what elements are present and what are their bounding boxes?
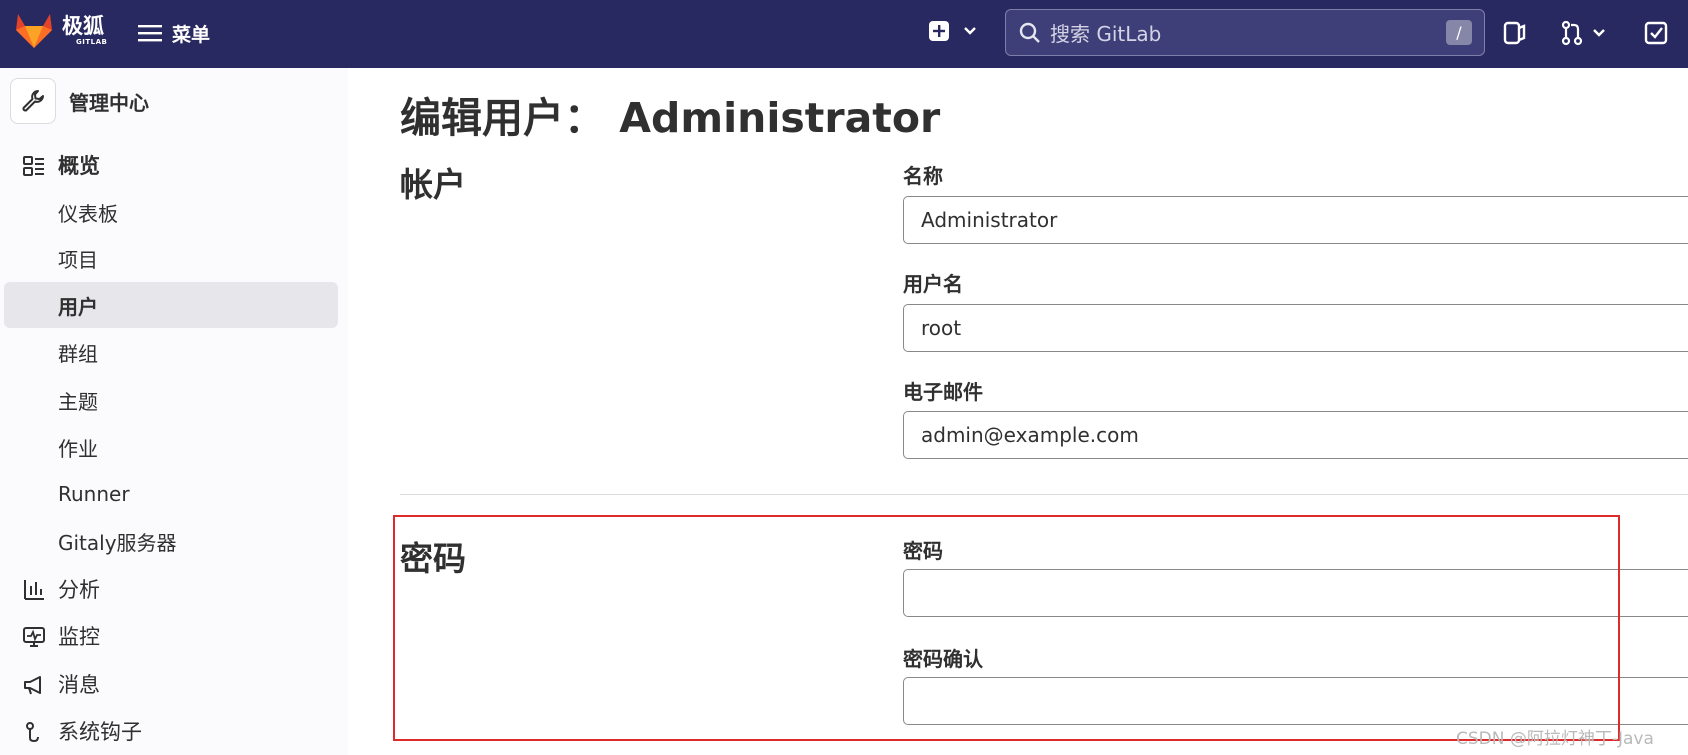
search-placeholder: 搜索 GitLab [1050,22,1162,46]
sidebar-item-label: Gitaly服务器 [58,530,177,555]
page-title: 编辑用户： Administrator [400,94,941,142]
password-confirm-field[interactable] [903,677,1688,725]
password-field[interactable] [903,569,1688,617]
account-section-title: 帐户 [400,165,466,204]
sidebar-item-projects[interactable]: 项目 [4,235,338,281]
context-avatar [10,78,56,124]
search-shortcut-badge: / [1446,20,1472,45]
email-field[interactable] [903,411,1688,459]
sidebar-item-runner[interactable]: Runner [4,471,338,517]
sidebar-item-topics[interactable]: 主题 [4,377,338,423]
logo-subtext: GITLAB [76,38,108,46]
sidebar-item-overview[interactable]: 概览 [4,142,338,188]
name-label: 名称 [903,164,943,188]
sidebar-item-dashboard[interactable]: 仪表板 [4,189,338,235]
chevron-down-icon [964,27,976,35]
wrench-icon [22,90,44,112]
password-label: 密码 [903,539,943,563]
megaphone-icon [24,676,41,695]
sidebar-item-label: 作业 [58,436,98,461]
sidebar-item-system-hooks[interactable]: 系统钩子 [4,708,338,754]
monitor-icon [23,627,45,647]
chevron-down-icon [1593,29,1605,37]
issues-icon[interactable] [1503,20,1527,46]
top-bar: 极狐 GITLAB 菜单 搜索 GitLab / [0,0,1688,68]
merge-requests-button[interactable] [1561,20,1607,46]
logo-text: 极狐 [62,14,104,38]
sidebar-item-label: 概览 [58,154,100,178]
sidebar-item-groups[interactable]: 群组 [4,329,338,375]
search-icon [1019,22,1040,43]
hook-icon [26,722,39,743]
sidebar-item-label: Runner [58,482,130,506]
menu-button[interactable]: 菜单 [138,18,210,48]
sidebar-item-monitoring[interactable]: 监控 [4,613,338,659]
sidebar-item-label: 仪表板 [58,201,118,226]
name-field[interactable] [903,196,1688,244]
password-confirm-label: 密码确认 [903,647,983,671]
sidebar-item-analytics[interactable]: 分析 [4,566,338,612]
sidebar-context-label: 管理中心 [69,90,149,115]
sidebar-item-gitaly-servers[interactable]: Gitaly服务器 [4,518,338,564]
sidebar: 管理中心 概览 仪表板 项目 用户 群组 主题 作业 Runner Gitaly… [0,68,348,755]
sidebar-item-jobs[interactable]: 作业 [4,424,338,470]
sidebar-item-users[interactable]: 用户 [4,282,338,328]
sidebar-item-label: 主题 [58,389,98,414]
username-field[interactable] [903,304,1688,352]
sidebar-item-label: 群组 [58,341,98,366]
todo-icon[interactable] [1644,20,1668,46]
search-input[interactable]: 搜索 GitLab / [1005,9,1485,56]
logo[interactable]: 极狐 GITLAB [14,12,107,50]
hamburger-icon [138,25,162,42]
section-divider [400,494,1688,495]
watermark: CSDN @阿拉灯神丁-Java [1456,729,1654,749]
merge-request-icon [1561,20,1583,46]
sidebar-item-label: 系统钩子 [58,720,142,744]
sidebar-context-header[interactable]: 管理中心 [10,78,149,124]
new-dropdown-button[interactable] [928,20,978,42]
plus-square-icon [929,21,949,41]
username-label: 用户名 [903,272,963,296]
overview-icon [23,156,44,176]
sidebar-item-label: 分析 [58,578,100,602]
password-section-title: 密码 [400,539,466,578]
sidebar-item-label: 消息 [58,673,100,697]
sidebar-item-messages[interactable]: 消息 [4,661,338,707]
sidebar-item-label: 监控 [58,625,100,649]
menu-label: 菜单 [172,23,211,46]
sidebar-item-label: 用户 [58,294,98,319]
fox-logo-icon [16,14,52,48]
chart-icon [24,580,44,600]
sidebar-item-label: 项目 [58,247,98,272]
email-label: 电子邮件 [903,380,983,404]
